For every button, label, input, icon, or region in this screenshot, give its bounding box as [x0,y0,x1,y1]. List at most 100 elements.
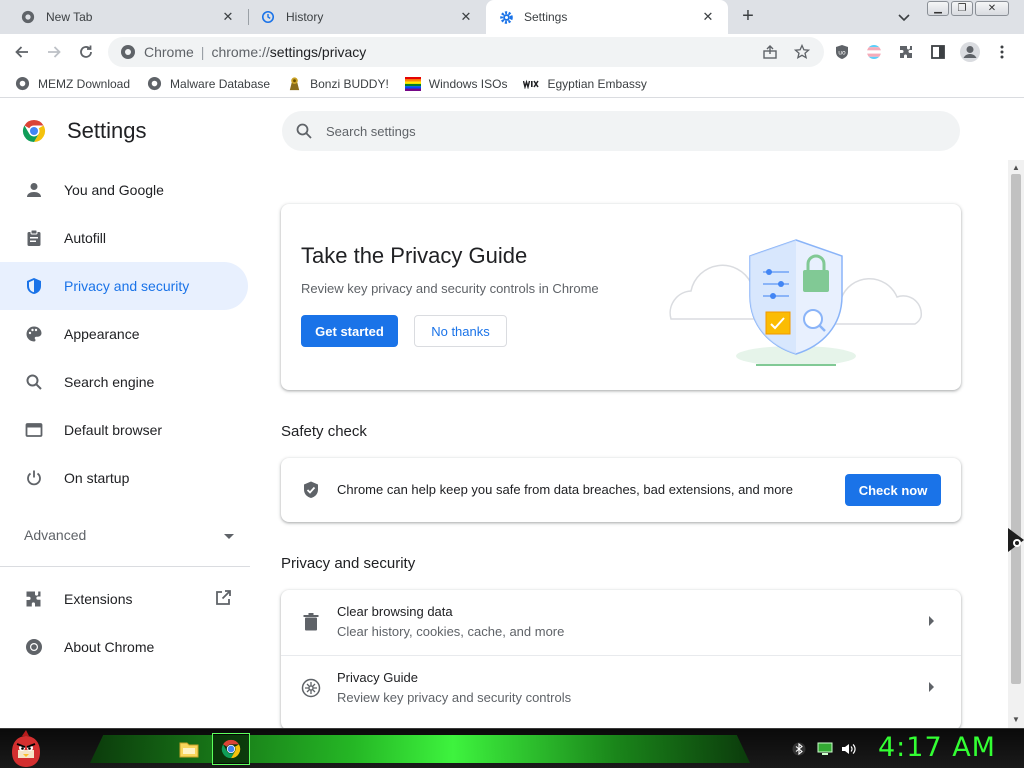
bookmark-malware-database[interactable]: Malware Database [146,76,270,92]
sidebar-item-label: You and Google [64,182,164,198]
bonzi-icon [286,76,302,92]
row-title: Privacy Guide [337,670,418,685]
taskbar-clock[interactable]: 4:17 AM [878,732,996,763]
search-icon [24,372,44,392]
taskbar-chrome-icon[interactable] [212,733,250,765]
bookmark-memz-download[interactable]: MEMZ Download [14,76,130,92]
chrome-icon [120,44,136,60]
bookmark-windows-isos[interactable]: Windows ISOs [404,76,508,92]
tray-bluetooth-icon[interactable] [790,740,808,758]
puzzle-icon [24,589,44,609]
sidebar-item-on-startup[interactable]: On startup [0,454,248,502]
site-chip: Chrome [144,44,194,60]
tab-search-icon[interactable] [894,7,914,27]
privacy-guide-illustration [661,224,931,374]
bookmark-bonzi-buddy[interactable]: Bonzi BUDDY! [286,76,389,92]
get-started-button[interactable]: Get started [301,315,398,347]
no-thanks-button[interactable]: No thanks [414,315,507,347]
page-title: Settings [67,118,147,143]
ublock-icon[interactable]: uo [832,42,852,62]
power-icon [24,468,44,488]
scroll-down-arrow-icon[interactable]: ▼ [1012,715,1020,724]
external-link-icon[interactable] [214,589,234,609]
reload-button[interactable] [76,42,96,62]
sidebar-item-appearance[interactable]: Appearance [0,310,248,358]
sidebar-item-label: Appearance [64,326,140,342]
search-input[interactable] [326,123,926,139]
sidebar-item-label: About Chrome [64,639,155,655]
tab-history[interactable]: History ✕ [250,0,486,34]
tab-strip: New Tab ✕ History ✕ Settings ✕ + ▁ ❐ ✕ [0,0,1024,34]
wix-icon [523,76,540,92]
minimize-button[interactable]: ▁ [927,1,949,16]
row-subtitle: Review key privacy and security controls [337,690,572,705]
bookmark-label: Egyptian Embassy [547,76,647,91]
bookmarks-bar: MEMZ Download Malware Database Bonzi BUD… [0,70,1024,98]
restore-button[interactable]: ❐ [951,1,973,16]
sidebar-item-label: Search engine [64,374,155,390]
bookmark-label: Windows ISOs [428,76,508,91]
close-icon[interactable]: ✕ [458,9,474,25]
privacy-security-heading: Privacy and security [281,555,416,572]
close-icon[interactable]: ✕ [220,9,236,25]
sidebar-item-extensions[interactable]: Extensions [0,575,248,623]
page-scrollbar[interactable]: ▲ ▼ [1008,160,1024,728]
privacy-security-card: Clear browsing data Clear history, cooki… [281,590,961,730]
sidebar-item-label: Extensions [64,591,133,607]
side-panel-icon[interactable] [928,42,948,62]
sidebar-item-label: On startup [64,470,130,486]
privacy-guide-title: Take the Privacy Guide [301,243,528,268]
tab-label: New Tab [46,10,93,24]
start-button-angry-bird-icon[interactable] [6,730,46,768]
compass-icon [301,678,321,698]
omnibox-separator: | [200,44,205,60]
star-icon[interactable] [792,42,812,62]
sidebar-item-privacy-and-security[interactable]: Privacy and security [0,262,248,310]
address-bar[interactable]: Chrome | chrome://settings/privacy [108,37,824,67]
sidebar-item-about-chrome[interactable]: About Chrome [0,623,248,671]
advanced-label: Advanced [24,527,87,543]
sidebar-advanced-toggle[interactable]: Advanced [24,524,234,546]
flag-extension-icon[interactable] [864,42,884,62]
shield-check-icon [301,480,321,500]
sidebar-item-default-browser[interactable]: Default browser [0,406,248,454]
chrome-logo-icon [22,119,46,143]
chrome-icon [24,637,44,657]
share-icon[interactable] [760,42,780,62]
bookmark-egyptian-embassy[interactable]: Egyptian Embassy [523,76,647,92]
sidebar-item-label: Privacy and security [64,278,190,294]
sidebar-item-search-engine[interactable]: Search engine [0,358,248,406]
settings-search[interactable] [282,111,960,151]
history-icon [260,9,276,25]
clear-browsing-data-row[interactable]: Clear browsing data Clear history, cooki… [281,590,961,655]
rainbow-flag-icon [404,76,421,92]
extensions-puzzle-icon[interactable] [896,42,916,62]
scroll-thumb[interactable] [1011,174,1021,684]
person-icon [24,180,44,200]
tray-volume-icon[interactable] [840,740,858,758]
privacy-guide-row[interactable]: Privacy Guide Review key privacy and sec… [281,655,961,720]
bookmark-label: Malware Database [170,76,271,91]
back-button[interactable] [12,42,32,62]
window-controls: ▁ ❐ ✕ [927,1,1009,16]
eye-cursor-icon [1006,528,1024,552]
chrome-icon [20,9,36,25]
close-icon[interactable]: ✕ [700,9,716,25]
privacy-guide-description: Review key privacy and security controls… [301,281,599,296]
scroll-up-arrow-icon[interactable]: ▲ [1012,163,1020,172]
tab-new-tab[interactable]: New Tab ✕ [0,0,248,34]
tray-network-icon[interactable] [816,740,834,758]
profile-avatar[interactable] [958,40,982,64]
taskbar-explorer-icon[interactable] [170,733,208,765]
new-tab-button[interactable]: + [736,5,760,29]
check-now-button[interactable]: Check now [845,474,941,506]
sidebar-item-you-and-google[interactable]: You and Google [0,166,248,214]
globe-icon [146,76,162,92]
tab-divider [248,9,249,25]
tab-settings[interactable]: Settings ✕ [486,0,728,34]
window-close-button[interactable]: ✕ [975,1,1009,16]
forward-button[interactable] [44,42,64,62]
taskbar [0,728,1024,768]
sidebar-item-autofill[interactable]: Autofill [0,214,248,262]
menu-kebab-icon[interactable] [992,42,1012,62]
